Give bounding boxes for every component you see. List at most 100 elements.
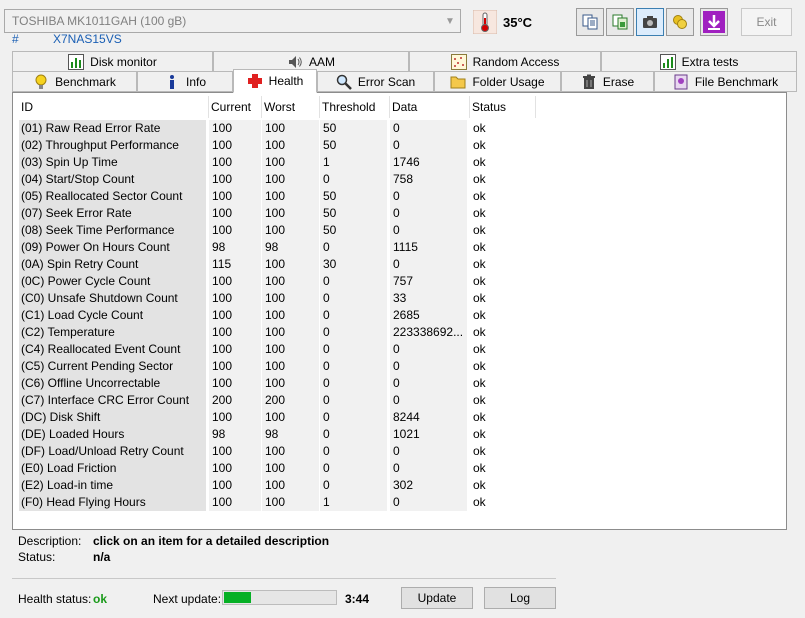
tab-benchmark[interactable]: Benchmark	[12, 71, 137, 92]
table-row[interactable]: (C7) Interface CRC Error Count 200 200 0 0 ok	[19, 392, 539, 409]
cell-current-value: 100	[209, 154, 261, 171]
tab-erase-label: Erase	[602, 74, 635, 89]
tab-file-benchmark-label: File Benchmark	[694, 74, 779, 89]
health-panel: ID Current Worst Threshold Data Status (…	[12, 92, 787, 530]
column-header-worst[interactable]: Worst	[262, 96, 320, 118]
cell-raw-data: 0	[390, 341, 467, 358]
cell-attribute-id: (C4) Reallocated Event Count	[19, 341, 206, 358]
tab-error-scan[interactable]: Error Scan	[317, 71, 434, 92]
table-row[interactable]: (C0) Unsafe Shutdown Count 100 100 0 33 ok	[19, 290, 539, 307]
cell-current-value: 115	[209, 256, 261, 273]
log-button[interactable]: Log	[484, 587, 556, 609]
tab-disk-monitor-label: Disk monitor	[90, 54, 157, 69]
table-row[interactable]: (DE) Loaded Hours 98 98 0 1021 ok	[19, 426, 539, 443]
lightbulb-icon	[33, 74, 49, 90]
table-row[interactable]: (C5) Current Pending Sector 100 100 0 0 ok	[19, 358, 539, 375]
table-row[interactable]: (C6) Offline Uncorrectable 100 100 0 0 ok	[19, 375, 539, 392]
health-cross-icon	[247, 73, 263, 89]
cell-raw-data: 0	[390, 188, 467, 205]
table-row[interactable]: (DC) Disk Shift 100 100 0 8244 ok	[19, 409, 539, 426]
table-row[interactable]: (C1) Load Cycle Count 100 100 0 2685 ok	[19, 307, 539, 324]
chevron-down-icon[interactable]: ▼	[442, 12, 458, 30]
table-row[interactable]: (02) Throughput Performance 100 100 50 0 ok	[19, 137, 539, 154]
cell-status: ok	[473, 240, 486, 254]
cell-worst-value: 100	[262, 273, 319, 290]
update-check-button[interactable]	[700, 8, 728, 36]
cell-raw-data: 0	[390, 222, 467, 239]
column-header-data[interactable]: Data	[390, 96, 470, 118]
cell-raw-data: 1746	[390, 154, 467, 171]
column-header-id[interactable]: ID	[19, 96, 209, 118]
update-button[interactable]: Update	[401, 587, 473, 609]
table-row[interactable]: (E0) Load Friction 100 100 0 0 ok	[19, 460, 539, 477]
table-row[interactable]: (0C) Power Cycle Count 100 100 0 757 ok	[19, 273, 539, 290]
cell-attribute-id: (C6) Offline Uncorrectable	[19, 375, 206, 392]
cell-attribute-id: (F0) Head Flying Hours	[19, 494, 206, 511]
table-row[interactable]: (09) Power On Hours Count 98 98 0 1115 ok	[19, 239, 539, 256]
drive-serial: X7NAS15VS	[53, 32, 122, 46]
tab-random-access[interactable]: Random Access	[409, 51, 601, 72]
tab-erase[interactable]: Erase	[561, 71, 654, 92]
tab-extra-tests[interactable]: Extra tests	[601, 51, 797, 72]
table-row[interactable]: (05) Reallocated Sector Count 100 100 50 0 ok	[19, 188, 539, 205]
table-row[interactable]: (03) Spin Up Time 100 100 1 1746 ok	[19, 154, 539, 171]
table-row[interactable]: (DF) Load/Unload Retry Count 100 100 0 0 ok	[19, 443, 539, 460]
health-status-value: ok	[93, 592, 108, 606]
info-icon	[164, 74, 180, 90]
cell-attribute-id: (0A) Spin Retry Count	[19, 256, 206, 273]
cell-worst-value: 100	[262, 256, 319, 273]
cell-raw-data: 0	[390, 460, 467, 477]
cell-raw-data: 302	[390, 477, 467, 494]
table-row[interactable]: (01) Raw Read Error Rate 100 100 50 0 ok	[19, 120, 539, 137]
cell-threshold-value: 0	[320, 460, 387, 477]
tab-health[interactable]: Health	[233, 69, 317, 93]
table-row[interactable]: (08) Seek Time Performance 100 100 50 0 ok	[19, 222, 539, 239]
cell-attribute-id: (E0) Load Friction	[19, 460, 206, 477]
cell-worst-value: 100	[262, 341, 319, 358]
copy-text-button[interactable]	[576, 8, 604, 36]
table-row[interactable]: (E2) Load-in time 100 100 0 302 ok	[19, 477, 539, 494]
coins-icon	[673, 15, 687, 29]
cell-attribute-id: (04) Start/Stop Count	[19, 171, 206, 188]
cell-worst-value: 100	[262, 137, 319, 154]
table-row[interactable]: (07) Seek Error Rate 100 100 50 0 ok	[19, 205, 539, 222]
tab-error-scan-label: Error Scan	[357, 74, 416, 89]
cell-status: ok	[473, 359, 486, 373]
column-header-threshold[interactable]: Threshold	[320, 96, 390, 118]
cell-threshold-value: 50	[320, 137, 387, 154]
cell-threshold-value: 0	[320, 443, 387, 460]
cell-threshold-value: 0	[320, 409, 387, 426]
table-row[interactable]: (C4) Reallocated Event Count 100 100 0 0 ok	[19, 341, 539, 358]
column-header-status[interactable]: Status	[470, 96, 536, 118]
status-label: Status:	[18, 550, 56, 564]
table-row[interactable]: (04) Start/Stop Count 100 100 0 758 ok	[19, 171, 539, 188]
tab-benchmark-label: Benchmark	[55, 74, 116, 89]
copy-image-button[interactable]	[606, 8, 634, 36]
table-row[interactable]: (0A) Spin Retry Count 115 100 30 0 ok	[19, 256, 539, 273]
temperature-value: 35°C	[503, 15, 533, 30]
cell-raw-data: 757	[390, 273, 467, 290]
description-value: click on an item for a detailed descript…	[93, 534, 330, 548]
tab-folder-usage[interactable]: Folder Usage	[434, 71, 561, 92]
tab-info[interactable]: Info	[137, 71, 233, 92]
next-update-progress	[222, 590, 337, 605]
tab-random-access-label: Random Access	[472, 54, 560, 69]
table-row[interactable]: (F0) Head Flying Hours 100 100 1 0 ok	[19, 494, 539, 511]
table-row[interactable]: (C2) Temperature 100 100 0 223338692... ok	[19, 324, 539, 341]
drive-select[interactable]: TOSHIBA MK1011GAH (100 gB) ▼	[4, 9, 461, 33]
cell-status: ok	[473, 121, 486, 135]
cell-threshold-value: 0	[320, 171, 387, 188]
cell-status: ok	[473, 325, 486, 339]
tab-info-label: Info	[185, 74, 206, 89]
cell-threshold-value: 0	[320, 477, 387, 494]
cell-raw-data: 758	[390, 171, 467, 188]
tab-file-benchmark[interactable]: File Benchmark	[654, 71, 797, 92]
column-header-current[interactable]: Current	[209, 96, 262, 118]
tab-disk-monitor[interactable]: Disk monitor	[12, 51, 213, 72]
cell-attribute-id: (DC) Disk Shift	[19, 409, 206, 426]
screenshot-button[interactable]	[636, 8, 664, 36]
cell-raw-data: 1021	[390, 426, 467, 443]
donate-button[interactable]	[666, 8, 694, 36]
cell-attribute-id: (DE) Loaded Hours	[19, 426, 206, 443]
exit-button[interactable]: Exit	[741, 8, 792, 36]
